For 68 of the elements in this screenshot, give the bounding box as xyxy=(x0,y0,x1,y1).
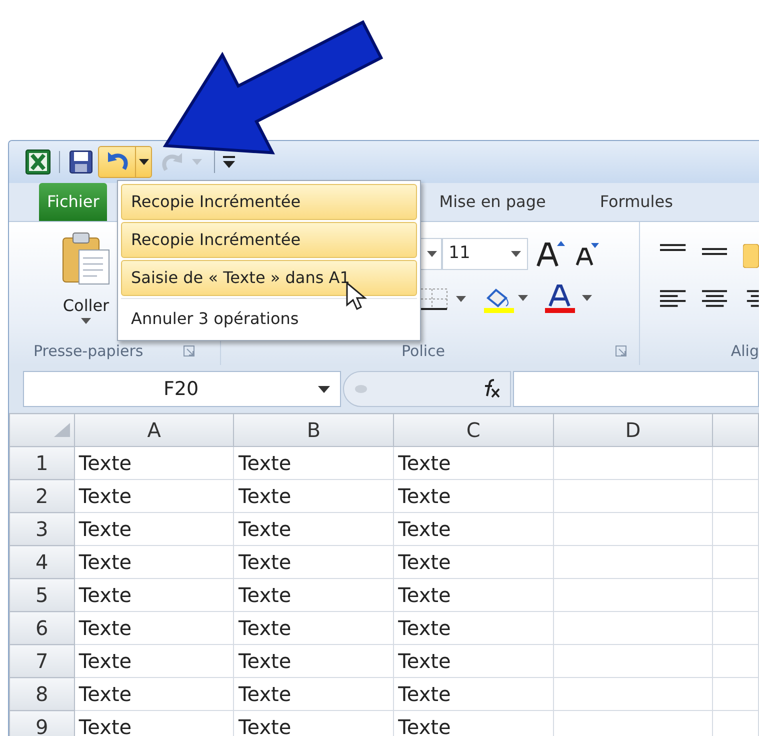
table-cell: Texte xyxy=(74,480,234,512)
mouse-cursor-icon xyxy=(345,281,367,311)
row-header[interactable]: 6 xyxy=(10,612,74,644)
font-color-icon[interactable] xyxy=(544,284,594,314)
undo-button[interactable] xyxy=(98,146,152,178)
clipboard-icon xyxy=(61,230,111,286)
shrink-font-icon[interactable] xyxy=(574,241,600,267)
table-cell: Texte xyxy=(234,678,394,710)
caret-icon xyxy=(81,318,91,324)
table-cell: Texte xyxy=(234,578,394,612)
save-icon[interactable] xyxy=(68,149,94,175)
name-box[interactable]: F20 xyxy=(23,371,341,407)
formula-input[interactable] xyxy=(513,371,759,407)
customize-toolbar-icon[interactable] xyxy=(223,156,235,168)
table-cell: Texte xyxy=(234,612,394,644)
grow-font-icon[interactable] xyxy=(536,240,566,268)
table-cell: Texte xyxy=(394,578,554,612)
caret-icon xyxy=(426,251,437,257)
grip-icon xyxy=(354,384,368,394)
row-header[interactable]: 9 xyxy=(10,710,74,736)
caret-icon xyxy=(192,159,202,165)
caret-icon xyxy=(138,159,148,165)
row-header[interactable]: 2 xyxy=(10,480,74,512)
table-cell: Texte xyxy=(74,578,234,612)
caret-icon xyxy=(318,386,330,392)
ribbon-tab[interactable]: Formules xyxy=(588,183,685,221)
spreadsheet-app-icon[interactable] xyxy=(25,149,51,175)
table-cell: Texte xyxy=(74,644,234,678)
row-header[interactable]: 8 xyxy=(10,678,74,710)
table-cell: Texte xyxy=(234,546,394,578)
table-cell: Texte xyxy=(394,512,554,546)
table-cell: Texte xyxy=(394,446,554,480)
column-header[interactable]: B xyxy=(234,414,394,446)
table-cell: Texte xyxy=(394,480,554,512)
row-header[interactable]: 4 xyxy=(10,546,74,578)
dialog-launcher-icon[interactable] xyxy=(183,345,196,357)
table-cell: Texte xyxy=(74,446,234,480)
column-header[interactable]: D xyxy=(553,414,713,446)
row-header[interactable]: 5 xyxy=(10,578,74,612)
column-header[interactable]: C xyxy=(394,414,554,446)
paste-button[interactable]: Coller xyxy=(61,230,111,324)
font-size-field[interactable]: 11 xyxy=(442,238,528,270)
table-cell: Texte xyxy=(394,612,554,644)
table-cell: Texte xyxy=(234,446,394,480)
row-header[interactable]: 7 xyxy=(10,644,74,678)
table-cell: Texte xyxy=(74,678,234,710)
table-cell: Texte xyxy=(74,546,234,578)
table-cell: Texte xyxy=(234,644,394,678)
table-cell: Texte xyxy=(74,612,234,644)
group-label: Presse-papiers xyxy=(33,340,144,362)
row-header[interactable]: 3 xyxy=(10,512,74,546)
ribbon-tab[interactable]: Mise en page xyxy=(427,183,558,221)
column-header[interactable]: A xyxy=(74,414,234,446)
table-cell: Texte xyxy=(394,546,554,578)
caret-icon xyxy=(510,251,521,257)
table-cell: Texte xyxy=(234,512,394,546)
table-cell: Texte xyxy=(394,644,554,678)
row-header[interactable]: 1 xyxy=(10,446,74,480)
menu-item[interactable]: Saisie de « Texte » dans A1 xyxy=(121,260,417,296)
center-icon[interactable] xyxy=(702,290,728,308)
table-cell: Texte xyxy=(234,480,394,512)
menu-item[interactable]: Recopie Incrémentée xyxy=(121,222,417,258)
menu-item[interactable]: Recopie Incrémentée xyxy=(121,184,417,220)
align-left-icon[interactable] xyxy=(660,290,686,308)
table-cell: Texte xyxy=(74,512,234,546)
group-label: Alig xyxy=(730,340,759,362)
group-label: Police xyxy=(402,340,445,362)
table-cell: Texte xyxy=(394,678,554,710)
